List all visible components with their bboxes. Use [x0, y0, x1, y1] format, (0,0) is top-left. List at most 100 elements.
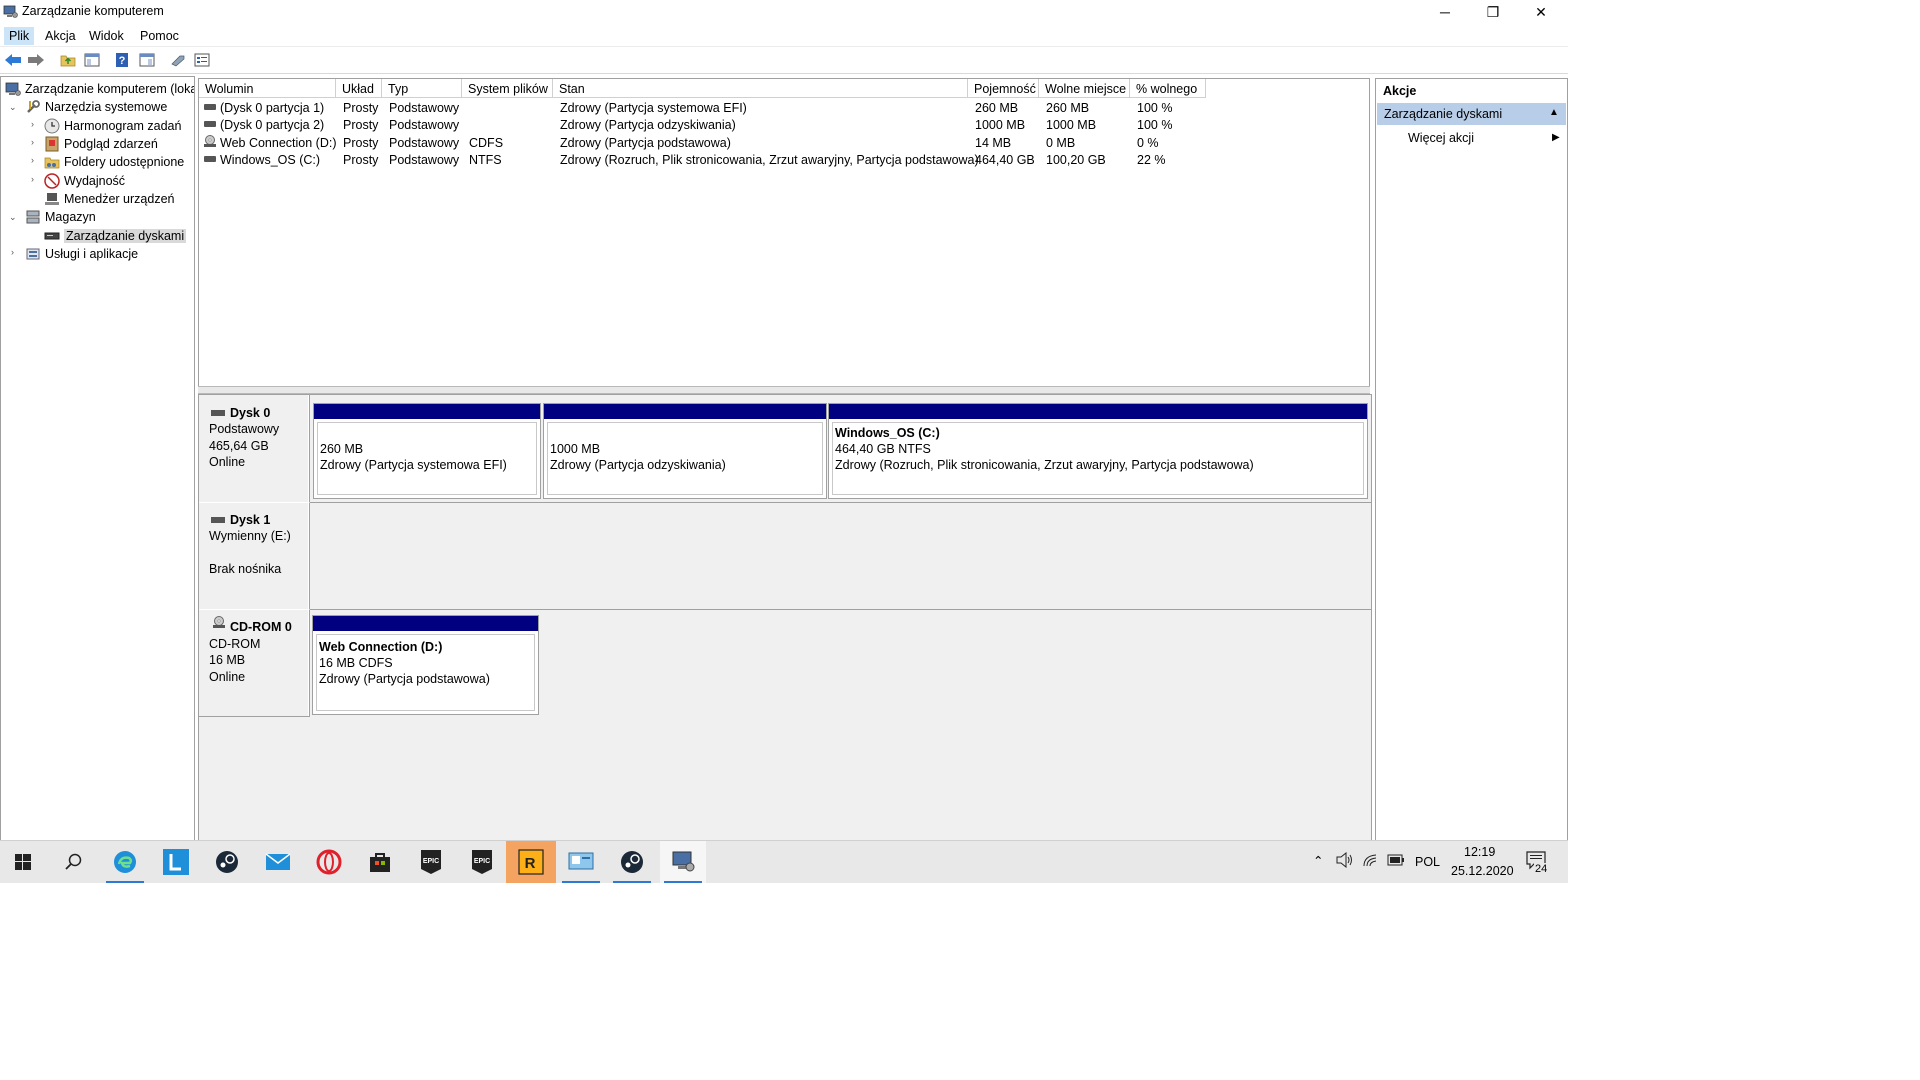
up-folder-icon[interactable] — [59, 51, 77, 69]
search-icon[interactable] — [51, 841, 97, 883]
show-hide-tree-icon[interactable] — [83, 51, 101, 69]
edge-icon[interactable] — [102, 841, 148, 883]
table-cell: Podstawowy — [389, 153, 460, 167]
tree-item-shared-folders[interactable]: Foldery udostępnione — [44, 153, 184, 171]
actions-section-disk-management[interactable]: Zarządzanie dyskami — [1377, 103, 1566, 125]
menu-action[interactable]: Akcja — [40, 27, 81, 45]
column-header-filesystem[interactable]: System plików — [462, 79, 553, 98]
close-button[interactable]: ✕ — [1518, 0, 1564, 24]
show-hide-action-pane-icon[interactable] — [138, 51, 156, 69]
table-cell[interactable]: (Dysk 0 partycja 1) — [220, 100, 324, 117]
pane-splitter[interactable] — [198, 386, 1370, 394]
table-cell[interactable]: Web Connection (D:) — [220, 135, 337, 152]
svg-text:EPIC: EPIC — [474, 858, 490, 865]
tree-item-performance[interactable]: Wydajność — [44, 172, 125, 190]
help-icon[interactable]: ? — [113, 51, 131, 69]
menu-help[interactable]: Pomoc — [135, 27, 184, 45]
tree-item-computer-management[interactable]: Zarządzanie komputerem (lokal — [5, 80, 194, 98]
opera-icon[interactable] — [306, 841, 352, 883]
start-button[interactable] — [0, 841, 46, 883]
tree-item-services-and-apps[interactable]: Usługi i aplikacje — [25, 245, 138, 263]
tree-item-event-viewer[interactable]: Podgląd zdarzeń — [44, 135, 158, 153]
taskbar: EPIC EPIC R ⌃ POL 12:19 25.12.2020 24 — [0, 840, 1568, 883]
table-cell: 14 MB — [975, 136, 1012, 150]
more-actions[interactable]: Więcej akcji — [1408, 131, 1474, 145]
tree-item-device-manager[interactable]: Menedżer urządzeń — [44, 190, 174, 208]
chevron-right-icon[interactable]: › — [31, 174, 41, 184]
table-cell[interactable]: Windows_OS (C:) — [220, 152, 320, 169]
table-cell: Prosty — [343, 101, 379, 115]
table-cell: 260 MB — [1046, 101, 1090, 115]
title-bar: Zarządzanie komputerem ─ ❐ ✕ — [0, 0, 1568, 24]
partition-name: Windows_OS (C:) — [835, 426, 940, 440]
svg-text:R: R — [525, 855, 536, 872]
tree-label: Zarządzanie dyskami — [64, 229, 187, 243]
chevron-down-icon[interactable]: ⌄ — [9, 212, 19, 223]
properties-icon[interactable] — [193, 51, 211, 69]
minimize-button[interactable]: ─ — [1422, 0, 1468, 24]
launcher-l-icon[interactable] — [153, 841, 199, 883]
disk-info-0[interactable]: Dysk 0 Podstawowy 465,64 GB Online — [199, 395, 310, 503]
chevron-right-icon[interactable]: › — [31, 155, 41, 165]
steam-icon[interactable] — [609, 841, 655, 883]
partition-windows-os[interactable]: Windows_OS (C:) 464,40 GB NTFS Zdrowy (R… — [828, 403, 1368, 499]
table-cell[interactable]: (Dysk 0 partycja 2) — [220, 117, 324, 134]
epic-games-icon[interactable]: EPIC — [408, 841, 454, 883]
volume-drive-icon — [204, 104, 216, 110]
chevron-right-icon[interactable]: › — [31, 119, 41, 129]
disk-drive-icon — [211, 513, 225, 527]
column-header-volume[interactable]: Wolumin — [199, 79, 336, 98]
column-header-status[interactable]: Stan — [553, 79, 968, 98]
chevron-right-icon[interactable]: ▶ — [1552, 132, 1560, 143]
tree-label: Magazyn — [45, 210, 96, 224]
partition-size: 260 MB — [320, 442, 364, 456]
tree-item-task-scheduler[interactable]: Harmonogram zadań — [44, 117, 181, 135]
column-header-type[interactable]: Typ — [382, 79, 462, 98]
computer-management-taskbar-icon[interactable] — [660, 841, 706, 883]
tree-item-disk-management[interactable]: Zarządzanie dyskami — [44, 227, 187, 245]
shared-folder-icon — [44, 154, 60, 170]
column-header-percent-free[interactable]: % wolnego — [1130, 79, 1206, 98]
computer-management-icon — [3, 4, 18, 19]
menu-view[interactable]: Widok — [84, 27, 129, 45]
partition-web-connection[interactable]: Web Connection (D:) 16 MB CDFS Zdrowy (P… — [312, 615, 539, 715]
wifi-icon[interactable] — [1362, 852, 1380, 871]
chevron-right-icon[interactable]: › — [11, 247, 21, 257]
store-icon[interactable] — [357, 841, 403, 883]
language-indicator[interactable]: POL — [1415, 855, 1440, 869]
steam-icon[interactable] — [204, 841, 250, 883]
volume-icon[interactable] — [1336, 851, 1354, 871]
battery-icon[interactable] — [1387, 854, 1405, 869]
connect-icon[interactable] — [169, 51, 187, 69]
cd-drive-icon — [212, 615, 226, 632]
partition-status: Zdrowy (Rozruch, Plik stronicowania, Zrz… — [835, 458, 1254, 472]
restore-button[interactable]: ❐ — [1470, 0, 1516, 24]
disk-info-1[interactable]: Dysk 1 Wymienny (E:) Brak nośnika — [199, 503, 310, 610]
tree-item-storage[interactable]: Magazyn — [25, 208, 96, 226]
column-header-capacity[interactable]: Pojemność — [968, 79, 1039, 98]
clock-time[interactable]: 12:19 — [1464, 845, 1495, 859]
tree-item-system-tools[interactable]: Narzędzia systemowe — [25, 98, 167, 116]
chevron-right-icon[interactable]: › — [31, 137, 41, 147]
table-cell: 100,20 GB — [1046, 153, 1106, 167]
chevron-up-icon[interactable]: ⌃ — [1313, 853, 1323, 868]
menu-file[interactable]: Plik — [4, 27, 35, 45]
partition-recovery[interactable]: 1000 MB Zdrowy (Partycja odzyskiwania) — [543, 403, 827, 499]
column-header-layout[interactable]: Układ — [336, 79, 382, 98]
control-panel-icon[interactable] — [558, 841, 604, 883]
mail-icon[interactable] — [255, 841, 301, 883]
collapse-up-icon[interactable]: ▲ — [1549, 107, 1559, 118]
volume-list: Wolumin Układ Typ System plików Stan Poj… — [198, 78, 1370, 388]
disk-name: CD-ROM 0 — [230, 620, 292, 634]
partition-efi[interactable]: 260 MB Zdrowy (Partycja systemowa EFI) — [313, 403, 541, 499]
disk-info-cdrom[interactable]: CD-ROM 0 CD-ROM 16 MB Online — [199, 610, 310, 717]
clock-date[interactable]: 25.12.2020 — [1451, 864, 1514, 878]
column-header-free-space[interactable]: Wolne miejsce — [1039, 79, 1130, 98]
rockstar-launcher-icon[interactable]: R — [506, 841, 556, 883]
forward-arrow-icon[interactable] — [27, 51, 45, 69]
epic-games-icon[interactable]: EPIC — [459, 841, 505, 883]
chevron-down-icon[interactable]: ⌄ — [9, 102, 19, 113]
partition-status: Zdrowy (Partycja podstawowa) — [319, 672, 490, 686]
disk-row-1 — [199, 503, 1371, 610]
back-arrow-icon[interactable] — [4, 51, 22, 69]
